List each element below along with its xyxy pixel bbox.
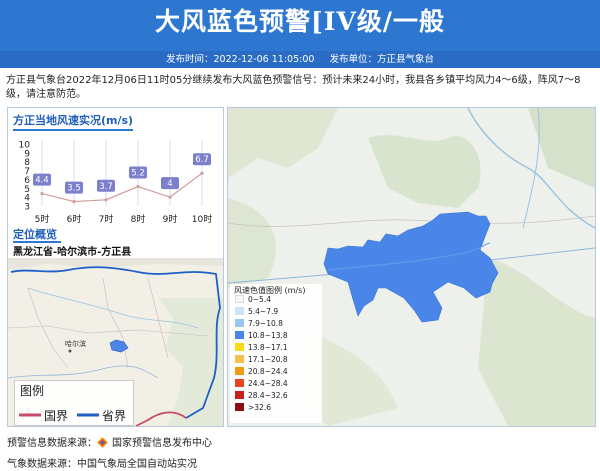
- y-tick-label: 10: [19, 141, 31, 151]
- value-label: 4: [167, 179, 172, 189]
- wind-data-point: [72, 199, 76, 204]
- left-panel: 方正当地风速实况(m/s) 3 4 5 6 7 8 9 10 4.4 3.5 3.7 5.2 4 6.7 5…: [7, 107, 224, 427]
- location-place: 黑龙江省-哈尔滨市-方正县: [13, 247, 132, 258]
- wind-section-underline: [13, 129, 133, 131]
- x-tick-label: 6时: [67, 213, 82, 225]
- wind-legend-row: >32.6: [235, 403, 271, 413]
- wind-data-point: [136, 184, 140, 189]
- y-tick-label: 5: [24, 185, 30, 195]
- wind-data-point: [40, 192, 44, 196]
- wind-data-point: [104, 198, 108, 202]
- y-tick-label: 7: [24, 167, 30, 177]
- swatch-icon: [235, 391, 244, 399]
- legend-national-border: 国界: [44, 409, 69, 423]
- wind-color-legend: 风速色值图例 (m/s) 0~5.4 5.4~7.9 7.9~10.8 10.8…: [230, 284, 322, 423]
- y-tick-label: 9: [24, 149, 30, 159]
- wind-legend-row: 5.4~7.9: [235, 307, 278, 317]
- swatch-icon: [235, 331, 244, 339]
- swatch-icon: [235, 343, 244, 351]
- x-tick-label: 7时: [99, 213, 114, 225]
- warning-header: 大风蓝色预警[IV级/一般: [0, 0, 600, 51]
- swatch-icon: [235, 295, 244, 303]
- wind-legend-row: 10.8~13.8: [235, 331, 288, 341]
- y-tick-label: 8: [24, 158, 30, 168]
- value-label: 3.5: [67, 184, 81, 194]
- wind-legend-row: 7.9~10.8: [235, 319, 283, 329]
- swatch-icon: [235, 379, 244, 387]
- footer-source-2: 气象数据来源：中国气象局全国自动站实况: [7, 459, 197, 470]
- publish-time: 发布时间：2022-12-06 11:05:00: [166, 54, 315, 65]
- x-tick-label: 8时: [131, 213, 146, 225]
- location-minimap[interactable]: 哈尔滨 长春 图例 国界 省界: [8, 258, 223, 426]
- wind-legend-row: 24.4~28.4: [235, 379, 288, 389]
- footer-source-1: 预警信息数据来源： 国家预警信息发布中心: [7, 437, 212, 449]
- swatch-icon: [235, 403, 244, 411]
- value-label: 4.4: [35, 176, 49, 186]
- y-tick-label: 6: [24, 176, 30, 186]
- wind-section-title: 方正当地风速实况(m/s): [13, 114, 134, 127]
- value-label: 5.2: [131, 169, 145, 179]
- warning-description: 方正县气象台2022年12月06日11时05分继续发布大风蓝色预警信号：预计未来…: [6, 75, 581, 100]
- x-tick-label: 5时: [35, 213, 50, 225]
- wind-legend-row: 17.1~20.8: [235, 355, 288, 365]
- wind-legend-row: 20.8~24.4: [235, 367, 288, 377]
- legend-province-border: 省界: [102, 409, 127, 423]
- wind-legend-row: 0~5.4: [235, 295, 271, 305]
- y-tick-label: 4: [24, 194, 30, 204]
- wind-speed-chart: 3456789104.43.5 3.75.246.75时 6时 7时 8时 9时 10时: [19, 140, 212, 225]
- swatch-icon: [235, 307, 244, 315]
- swatch-icon: [235, 319, 244, 327]
- minimap-legend: 图例 国界 省界: [14, 380, 134, 426]
- value-label: 3.7: [99, 182, 113, 192]
- swatch-icon: [235, 355, 244, 363]
- value-label: 6.7: [195, 155, 209, 165]
- location-section-title: 定位概览: [13, 228, 57, 241]
- warning-center-link[interactable]: 国家预警信息发布中心: [112, 438, 212, 449]
- minimap-legend-title: 图例: [20, 384, 45, 398]
- y-tick-label: 3: [24, 203, 30, 213]
- wind-legend-row: 28.4~32.6: [235, 391, 288, 401]
- city-label-harbin: 哈尔滨: [65, 339, 86, 348]
- warning-subheader: 发布时间：2022-12-06 11:05:00 发布单位：方正县气象台: [0, 51, 600, 68]
- x-tick-label: 9时: [163, 213, 178, 225]
- swatch-icon: [235, 367, 244, 375]
- publisher: 发布单位：方正县气象台: [329, 54, 434, 65]
- warning-center-logo-icon: [97, 437, 108, 448]
- wind-data-point: [200, 171, 204, 175]
- x-tick-label: 10时: [192, 213, 212, 225]
- wind-data-point: [168, 195, 172, 199]
- wind-legend-row: 13.8~17.1: [235, 343, 288, 353]
- warning-title: 大风蓝色预警[IV级/一般: [154, 7, 446, 36]
